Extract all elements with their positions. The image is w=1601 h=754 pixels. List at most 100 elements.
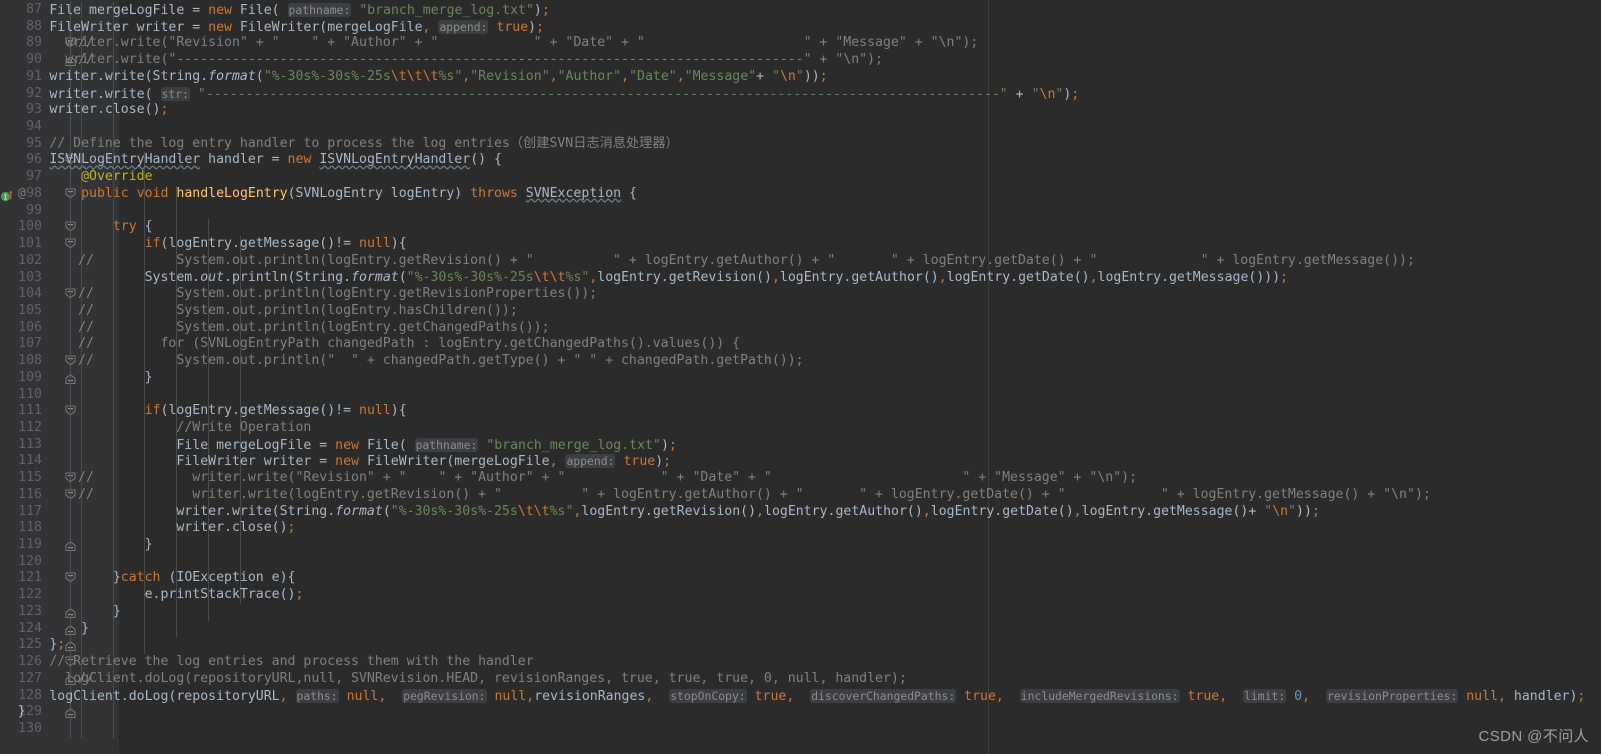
code-line-text: writer.close(); xyxy=(49,102,169,118)
code-line[interactable]: } xyxy=(0,621,1601,638)
code-line-text: System.out.println(logEntry.getRevision(… xyxy=(0,252,1415,268)
watermark: CSDN @不问人 xyxy=(1478,728,1589,746)
code-line[interactable]: logClient.doLog(repositoryURL, paths: nu… xyxy=(0,688,1601,705)
code-line[interactable]: logClient.doLog(repositoryURL,null, SVNR… xyxy=(0,671,1601,688)
code-line-text: logClient.doLog(repositoryURL,null, SVNR… xyxy=(0,670,907,686)
code-line[interactable]: writer.close(); xyxy=(0,102,1601,119)
code-line[interactable] xyxy=(0,203,1601,220)
code-line-text: //Write Operation xyxy=(176,420,312,435)
code-line-text: writer.write(String.format("%-30s%-30s%-… xyxy=(176,503,1320,519)
code-line-text: System.out.println(" " + changedPath.get… xyxy=(0,353,804,369)
code-line[interactable]: writer.write(String.format("%-30s%-30s%-… xyxy=(0,504,1601,521)
code-line[interactable]: writer.write(logEntry.getRevision() + " … xyxy=(0,487,1601,504)
code-line-text: public void handleLogEntry(SVNLogEntry l… xyxy=(81,185,637,201)
code-line-text: writer.write(logEntry.getRevision() + " … xyxy=(0,486,1431,502)
code-line-text: System.out.println(String.format("%-30s%… xyxy=(144,269,1289,285)
code-line[interactable]: } xyxy=(0,370,1601,387)
code-line-text: System.out.println(logEntry.hasChildren(… xyxy=(0,302,518,318)
code-line[interactable]: System.out.println(logEntry.getRevisionP… xyxy=(0,286,1601,303)
parameter-hint: paths: xyxy=(295,688,339,703)
code-editor[interactable]: 87 88 89//90//91 92 93 94 95 96 97 98 I @99 100 101 10… xyxy=(0,0,1601,754)
string-literal: "---------------------------------------… xyxy=(197,86,1008,102)
code-line[interactable]: } xyxy=(0,604,1601,621)
code-line-text: System.out.println(logEntry.getChangedPa… xyxy=(0,319,550,335)
code-lines[interactable]: File mergeLogFile = new File( pathname: … xyxy=(0,0,1601,754)
code-line[interactable]: File mergeLogFile = new File( pathname: … xyxy=(0,2,1601,19)
code-line[interactable]: ISVNLogEntryHandler handler = new ISVNLo… xyxy=(0,152,1601,169)
code-line-text: e.printStackTrace(); xyxy=(144,587,304,603)
code-line[interactable]: System.out.println(String.format("%-30s%… xyxy=(0,270,1601,287)
code-line-text: // Define the log entry handler to proce… xyxy=(49,135,679,151)
code-line[interactable]: FileWriter writer = new FileWriter(merge… xyxy=(0,19,1601,36)
code-line[interactable]: }; xyxy=(0,637,1601,654)
code-line[interactable]: writer.write("Revision" + " " + "Author"… xyxy=(0,35,1601,52)
code-line-text: File mergeLogFile = new File( pathname: … xyxy=(49,3,550,18)
code-line[interactable]: writer.write( str: "--------------------… xyxy=(0,86,1601,103)
code-line-text: } xyxy=(112,603,121,619)
code-line-text: writer.write("Revision" + " " + "Author"… xyxy=(0,35,979,51)
string-literal: "Author" xyxy=(557,68,622,84)
string-literal: "\n" xyxy=(772,68,804,84)
parameter-hint: append: xyxy=(565,454,616,469)
code-line[interactable]: writer.close(); xyxy=(0,520,1601,537)
code-line[interactable]: try { xyxy=(0,219,1601,236)
code-line[interactable]: FileWriter writer = new FileWriter(merge… xyxy=(0,453,1601,470)
code-line[interactable]: // Retrieve the log entries and process … xyxy=(0,654,1601,671)
code-line-text: if(logEntry.getMessage()!= null){ xyxy=(144,403,407,419)
code-line-text: writer.write("--------------------------… xyxy=(0,52,883,68)
parameter-hint: limit: xyxy=(1243,688,1287,703)
code-line[interactable]: File mergeLogFile = new File( pathname: … xyxy=(0,437,1601,454)
code-line-text: } xyxy=(17,704,26,720)
string-literal: "Date" xyxy=(629,68,677,84)
code-line-text: }; xyxy=(49,637,66,653)
string-literal: "Message" xyxy=(684,68,757,84)
code-line[interactable] xyxy=(0,119,1601,136)
code-line-text: File mergeLogFile = new File( pathname: … xyxy=(176,437,677,453)
code-line[interactable]: }catch (IOException e){ xyxy=(0,570,1601,587)
parameter-hint: append: xyxy=(438,19,489,34)
string-literal: "branch_merge_log.txt" xyxy=(486,437,661,453)
code-line-text: } xyxy=(144,369,153,385)
string-literal: "%-30s%-30s%-25s\t\t%s" xyxy=(390,503,574,519)
code-line[interactable] xyxy=(0,554,1601,571)
code-line-text: } xyxy=(81,620,90,636)
parameter-hint: pegRevision: xyxy=(402,688,487,703)
string-literal: "%-30s%-30s%-25s\t\t%s" xyxy=(406,269,590,285)
code-line[interactable]: } xyxy=(0,537,1601,554)
code-line[interactable]: if(logEntry.getMessage()!= null){ xyxy=(0,403,1601,420)
code-line[interactable]: System.out.println(logEntry.getChangedPa… xyxy=(0,320,1601,337)
code-line-text: FileWriter writer = new FileWriter(merge… xyxy=(176,454,672,470)
parameter-hint: str: xyxy=(160,86,190,101)
code-line[interactable]: System.out.println(" " + changedPath.get… xyxy=(0,353,1601,370)
parameter-hint: discoverChangedPaths: xyxy=(810,688,957,703)
code-line[interactable]: System.out.println(logEntry.getRevision(… xyxy=(0,253,1601,270)
code-line-text: } xyxy=(144,537,153,553)
code-line[interactable]: writer.write("Revision" + " " + "Author"… xyxy=(0,470,1601,487)
code-line-text: ISVNLogEntryHandler handler = new ISVNLo… xyxy=(49,152,502,168)
code-line[interactable]: writer.write("--------------------------… xyxy=(0,52,1601,69)
code-line-text: }catch (IOException e){ xyxy=(112,570,296,586)
code-line[interactable]: e.printStackTrace(); xyxy=(0,587,1601,604)
code-line[interactable]: } xyxy=(0,721,1601,738)
code-line-text: try { xyxy=(112,219,153,235)
code-line-text: writer.write( str: "--------------------… xyxy=(49,86,1080,102)
code-line[interactable]: public void handleLogEntry(SVNLogEntry l… xyxy=(0,186,1601,203)
code-line[interactable]: System.out.println(logEntry.hasChildren(… xyxy=(0,303,1601,320)
code-line-text: FileWriter writer = new FileWriter(merge… xyxy=(49,19,545,35)
code-line-text: for (SVNLogEntryPath changedPath : logEn… xyxy=(0,336,741,352)
code-line[interactable]: for (SVNLogEntryPath changedPath : logEn… xyxy=(0,336,1601,353)
code-line[interactable]: //Write Operation xyxy=(0,420,1601,437)
code-line[interactable]: writer.write(String.format("%-30s%-30s%-… xyxy=(0,69,1601,86)
string-literal: "Revision" xyxy=(470,68,550,84)
code-line-text: writer.write("Revision" + " " + "Author"… xyxy=(0,470,1138,486)
code-line[interactable] xyxy=(0,387,1601,404)
string-literal: "branch_merge_log.txt" xyxy=(359,3,534,18)
code-line-text: writer.write(String.format("%-30s%-30s%-… xyxy=(49,68,828,84)
code-line[interactable]: } xyxy=(0,704,1601,721)
code-line[interactable]: @Override xyxy=(0,169,1601,186)
code-line[interactable]: // Define the log entry handler to proce… xyxy=(0,136,1601,153)
code-line-text: logClient.doLog(repositoryURL, paths: nu… xyxy=(49,688,1586,704)
code-line-text: System.out.println(logEntry.getRevisionP… xyxy=(0,286,598,302)
parameter-hint: includeMergedRevisions: xyxy=(1019,688,1180,703)
code-line[interactable]: if(logEntry.getMessage()!= null){ xyxy=(0,236,1601,253)
